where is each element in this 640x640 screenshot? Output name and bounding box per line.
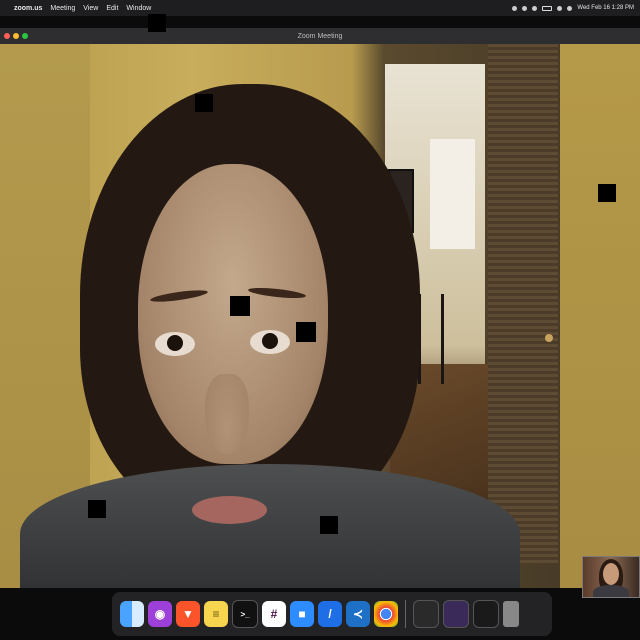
redaction-square	[148, 14, 166, 32]
menu-meeting[interactable]: Meeting	[50, 5, 75, 12]
menu-view[interactable]: View	[83, 5, 98, 12]
fullscreen-button[interactable]	[22, 33, 28, 39]
redaction-square	[320, 516, 338, 534]
bluetooth-icon[interactable]	[522, 5, 528, 11]
participant-right-eye	[250, 330, 290, 354]
zoom-icon[interactable]: ■	[290, 601, 314, 627]
finder-icon[interactable]	[120, 601, 144, 627]
control-center-icon[interactable]	[567, 5, 573, 11]
spotlight-icon[interactable]	[557, 5, 563, 11]
brave-icon[interactable]: ▼	[176, 601, 200, 627]
notes-icon[interactable]: ≡	[204, 601, 228, 627]
safari-icon[interactable]: /	[318, 601, 342, 627]
redaction-square	[598, 184, 616, 202]
participant-left-eye	[155, 332, 195, 356]
self-view-body	[593, 585, 629, 597]
minimized-window-icon[interactable]	[413, 600, 439, 628]
window-controls	[4, 33, 28, 39]
self-view-thumbnail[interactable]	[582, 556, 640, 598]
participant-video[interactable]	[0, 44, 640, 588]
minimized-window-icon[interactable]	[473, 600, 499, 628]
self-view-face	[603, 563, 619, 585]
trash-icon[interactable]	[503, 601, 519, 627]
window-title: Zoom Meeting	[297, 32, 343, 40]
podcasts-icon[interactable]: ◉	[148, 601, 172, 627]
video-background-door-knob	[545, 334, 553, 342]
redaction-square	[88, 500, 106, 518]
close-button[interactable]	[4, 33, 10, 39]
wifi-icon[interactable]	[532, 5, 538, 11]
redaction-square	[230, 296, 250, 316]
dock-separator	[405, 600, 406, 628]
participant-nose	[205, 374, 249, 454]
minimize-button[interactable]	[13, 33, 19, 39]
menu-edit[interactable]: Edit	[106, 5, 118, 12]
status-area: Wed Feb 16 1:28 PM	[512, 5, 634, 11]
menu-window[interactable]: Window	[126, 5, 151, 12]
status-icon[interactable]	[512, 5, 518, 11]
menu-app-name[interactable]: zoom.us	[14, 5, 42, 12]
zoom-window: Zoom Meeting	[0, 28, 640, 588]
terminal-icon[interactable]: >_	[232, 600, 258, 628]
redaction-square	[296, 322, 316, 342]
window-titlebar[interactable]: Zoom Meeting	[0, 28, 640, 44]
chrome-icon[interactable]	[374, 601, 398, 627]
dock: ◉ ▼ ≡ >_ # ■ / ≺	[112, 592, 552, 636]
minimized-window-icon[interactable]	[443, 600, 469, 628]
menu-bar: zoom.us Meeting View Edit Window Wed Feb…	[0, 0, 640, 16]
slack-icon[interactable]: #	[262, 601, 286, 627]
battery-icon[interactable]	[542, 5, 553, 11]
video-background-right-wall	[560, 44, 640, 588]
menu-clock[interactable]: Wed Feb 16 1:28 PM	[577, 5, 634, 11]
video-background-stool	[418, 294, 444, 384]
video-background-door	[488, 44, 558, 564]
participant-mouth	[192, 496, 267, 524]
vscode-icon[interactable]: ≺	[346, 601, 370, 627]
redaction-square	[195, 94, 213, 112]
video-background-window	[430, 139, 475, 249]
